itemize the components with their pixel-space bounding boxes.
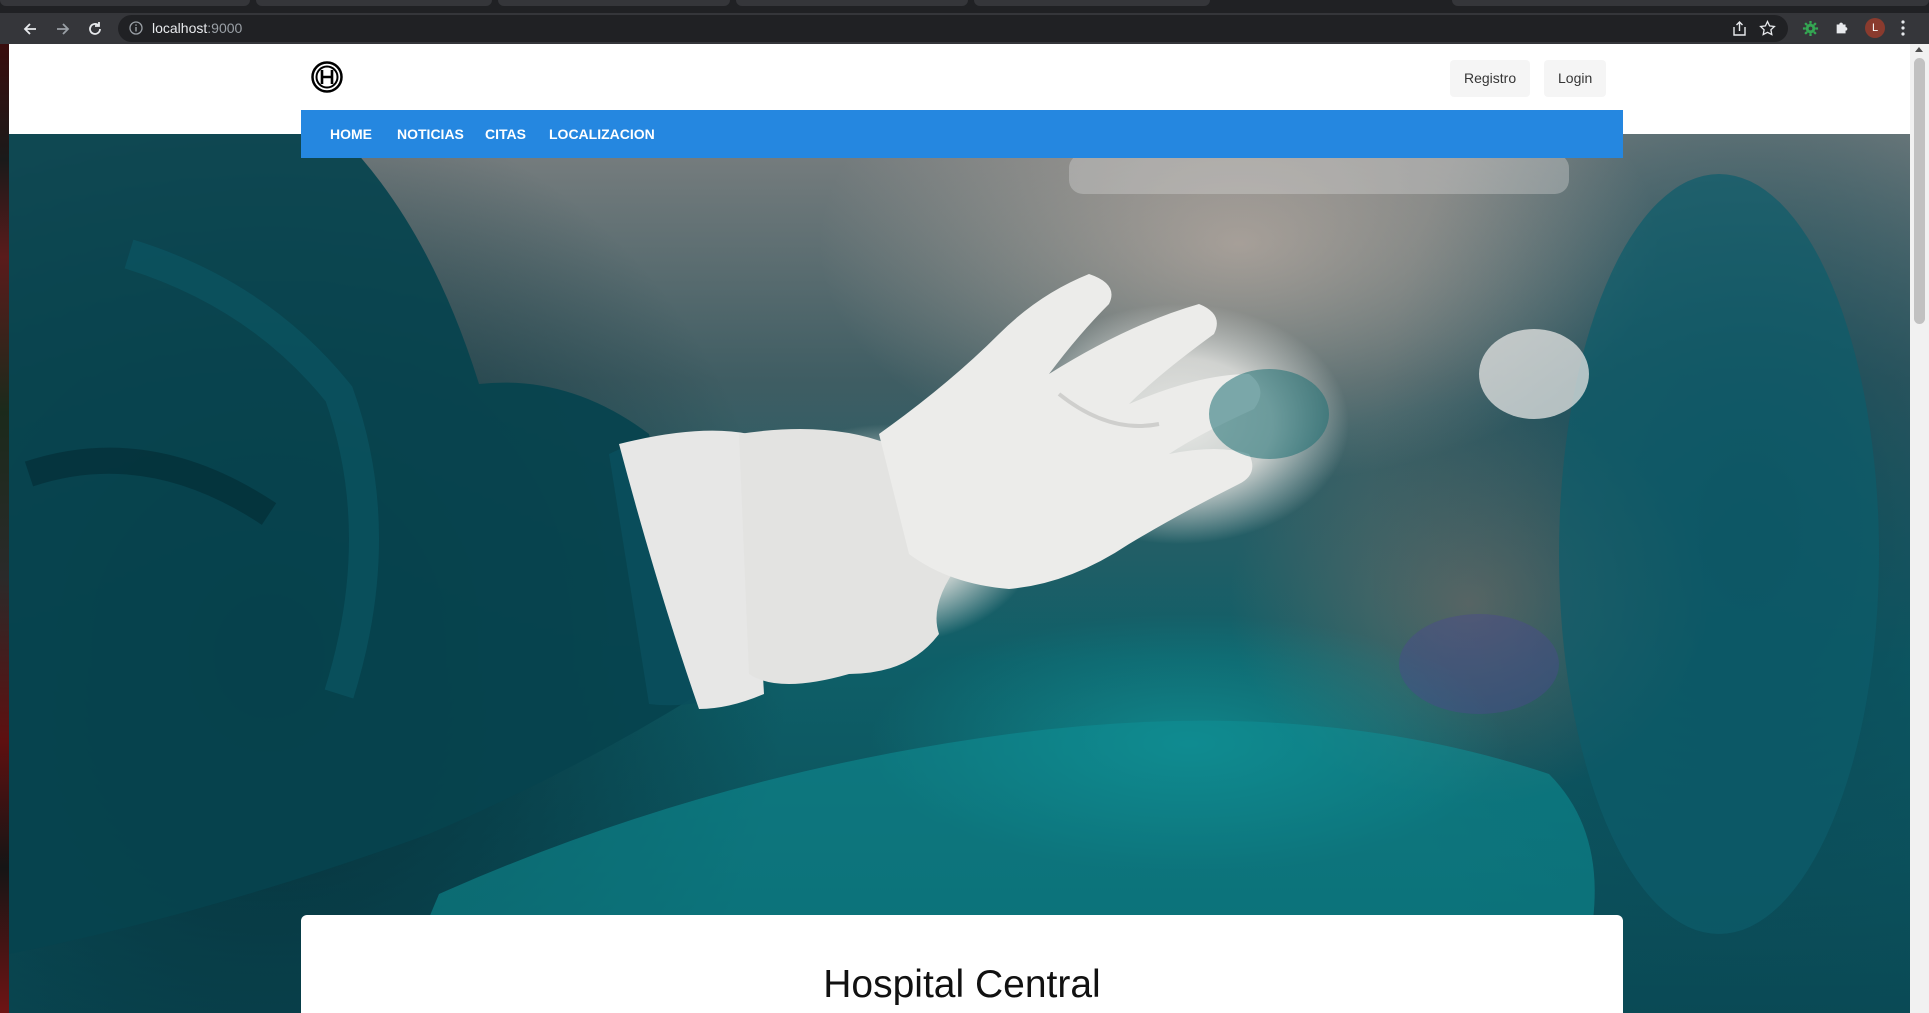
reload-icon [89,22,101,35]
nav-item-localizacion[interactable]: LOCALIZACION [549,110,655,158]
hero-surgery-image [9,134,1910,1013]
background-window-edge [0,44,9,1013]
browser-tab[interactable] [498,0,730,6]
extension-gear-icon[interactable] [1800,18,1820,38]
url-host: localhost [152,20,208,36]
scrollbar-thumb[interactable] [1914,58,1925,324]
browser-tab[interactable] [0,0,250,6]
profile-avatar[interactable]: L [1865,18,1885,38]
page-title: Hospital Central [823,963,1101,1006]
browser-tab[interactable] [256,0,492,6]
nav-item-home[interactable]: HOME [330,110,372,158]
arrow-right-icon [57,23,70,35]
login-button[interactable]: Login [1544,60,1607,97]
forward-button[interactable] [50,16,76,42]
address-bar[interactable]: localhost:9000 [118,15,1788,42]
hero-illustration [9,134,1879,1013]
content-card: Hospital Central [301,915,1623,1013]
hospital-logo-icon[interactable] [311,61,343,93]
info-icon[interactable] [129,21,143,35]
browser-tab[interactable] [1452,0,1929,6]
arrow-left-icon [23,23,36,35]
browser-tab[interactable] [974,0,1210,6]
web-page: Registro Login HOME NOTICIAS CITAS LOCAL… [9,44,1910,1013]
share-icon[interactable] [1731,20,1748,37]
bookmark-star-icon[interactable] [1759,20,1776,37]
main-navbar: HOME NOTICIAS CITAS LOCALIZACION [301,110,1623,158]
browser-tab[interactable] [736,0,968,6]
browser-tab-strip [0,0,1929,13]
reload-button[interactable] [82,16,108,42]
url-port: :9000 [207,20,243,36]
nav-item-noticias[interactable]: NOTICIAS [397,110,464,158]
browser-viewport: Registro Login HOME NOTICIAS CITAS LOCAL… [0,44,1929,1013]
nav-item-citas[interactable]: CITAS [485,110,526,158]
browser-toolbar: localhost:9000 L [0,13,1929,44]
page-scrollbar[interactable] [1910,44,1929,1013]
url-text: localhost:9000 [152,21,242,36]
back-button[interactable] [17,16,43,42]
extensions-puzzle-icon[interactable] [1832,18,1852,38]
more-menu-icon[interactable] [1898,19,1908,37]
scroll-up-arrow-icon[interactable] [1915,47,1923,52]
register-button[interactable]: Registro [1450,60,1531,97]
